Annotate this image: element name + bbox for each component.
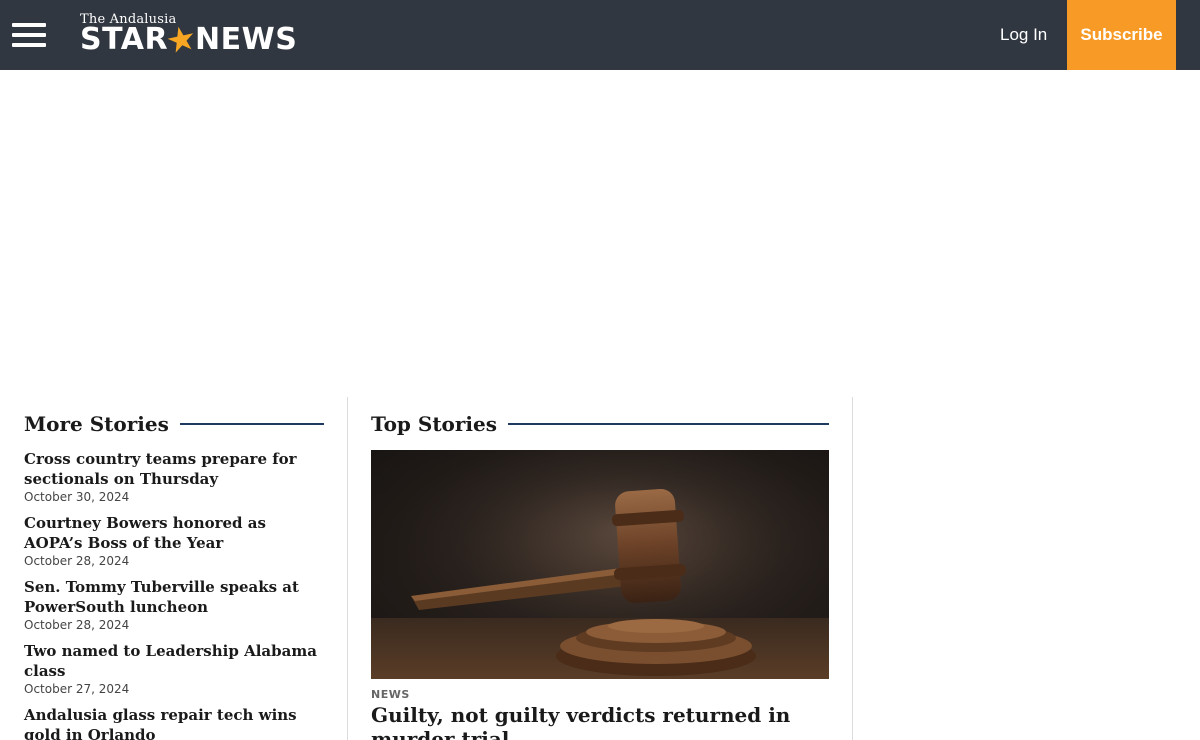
- section-rule: [508, 423, 829, 425]
- site-logo[interactable]: The Andalusia STAR ★ NEWS: [80, 12, 340, 63]
- top-stories-section: Top Stories NEWS Guilty, not guilty verd…: [371, 398, 829, 740]
- story-link[interactable]: Andalusia glass repair tech wins gold in…: [24, 706, 324, 740]
- list-item: Sen. Tommy Tuberville speaks at PowerSou…: [24, 578, 324, 634]
- story-link[interactable]: Sen. Tommy Tuberville speaks at PowerSou…: [24, 578, 324, 617]
- menu-icon[interactable]: [12, 23, 46, 47]
- section-title: Top Stories: [371, 412, 498, 436]
- feature-story-title[interactable]: Guilty, not guilty verdicts returned in …: [371, 703, 829, 740]
- column-divider: [852, 397, 853, 740]
- list-item: Cross country teams prepare for sectiona…: [24, 450, 324, 506]
- star-icon: ★: [162, 17, 201, 63]
- story-link[interactable]: Courtney Bowers honored as AOPA’s Boss o…: [24, 514, 324, 553]
- story-link[interactable]: Cross country teams prepare for sectiona…: [24, 450, 324, 489]
- section-title: More Stories: [24, 412, 169, 436]
- story-date: October 30, 2024: [24, 490, 130, 504]
- gavel-image[interactable]: [371, 450, 829, 679]
- list-item: Andalusia glass repair tech wins gold in…: [24, 706, 324, 740]
- list-item: Two named to Leadership Alabama class Oc…: [24, 642, 324, 698]
- story-link[interactable]: Two named to Leadership Alabama class: [24, 642, 324, 681]
- login-link[interactable]: Log In: [1000, 24, 1047, 46]
- column-divider: [347, 397, 348, 740]
- section-rule: [179, 423, 324, 425]
- story-list: Cross country teams prepare for sectiona…: [24, 450, 324, 740]
- story-date: October 28, 2024: [24, 554, 130, 568]
- section-header: Top Stories: [371, 398, 829, 450]
- subscribe-button[interactable]: Subscribe: [1067, 0, 1176, 70]
- story-category[interactable]: NEWS: [371, 688, 829, 701]
- site-header: The Andalusia STAR ★ NEWS Log In Subscribe: [0, 0, 1200, 70]
- logo-word-star: STAR: [80, 22, 169, 57]
- story-date: October 27, 2024: [24, 682, 130, 696]
- list-item: Courtney Bowers honored as AOPA’s Boss o…: [24, 514, 324, 570]
- logo-word-news: NEWS: [195, 22, 298, 57]
- section-header: More Stories: [24, 398, 324, 450]
- more-stories-section: More Stories Cross country teams prepare…: [24, 398, 324, 740]
- story-date: October 28, 2024: [24, 618, 130, 632]
